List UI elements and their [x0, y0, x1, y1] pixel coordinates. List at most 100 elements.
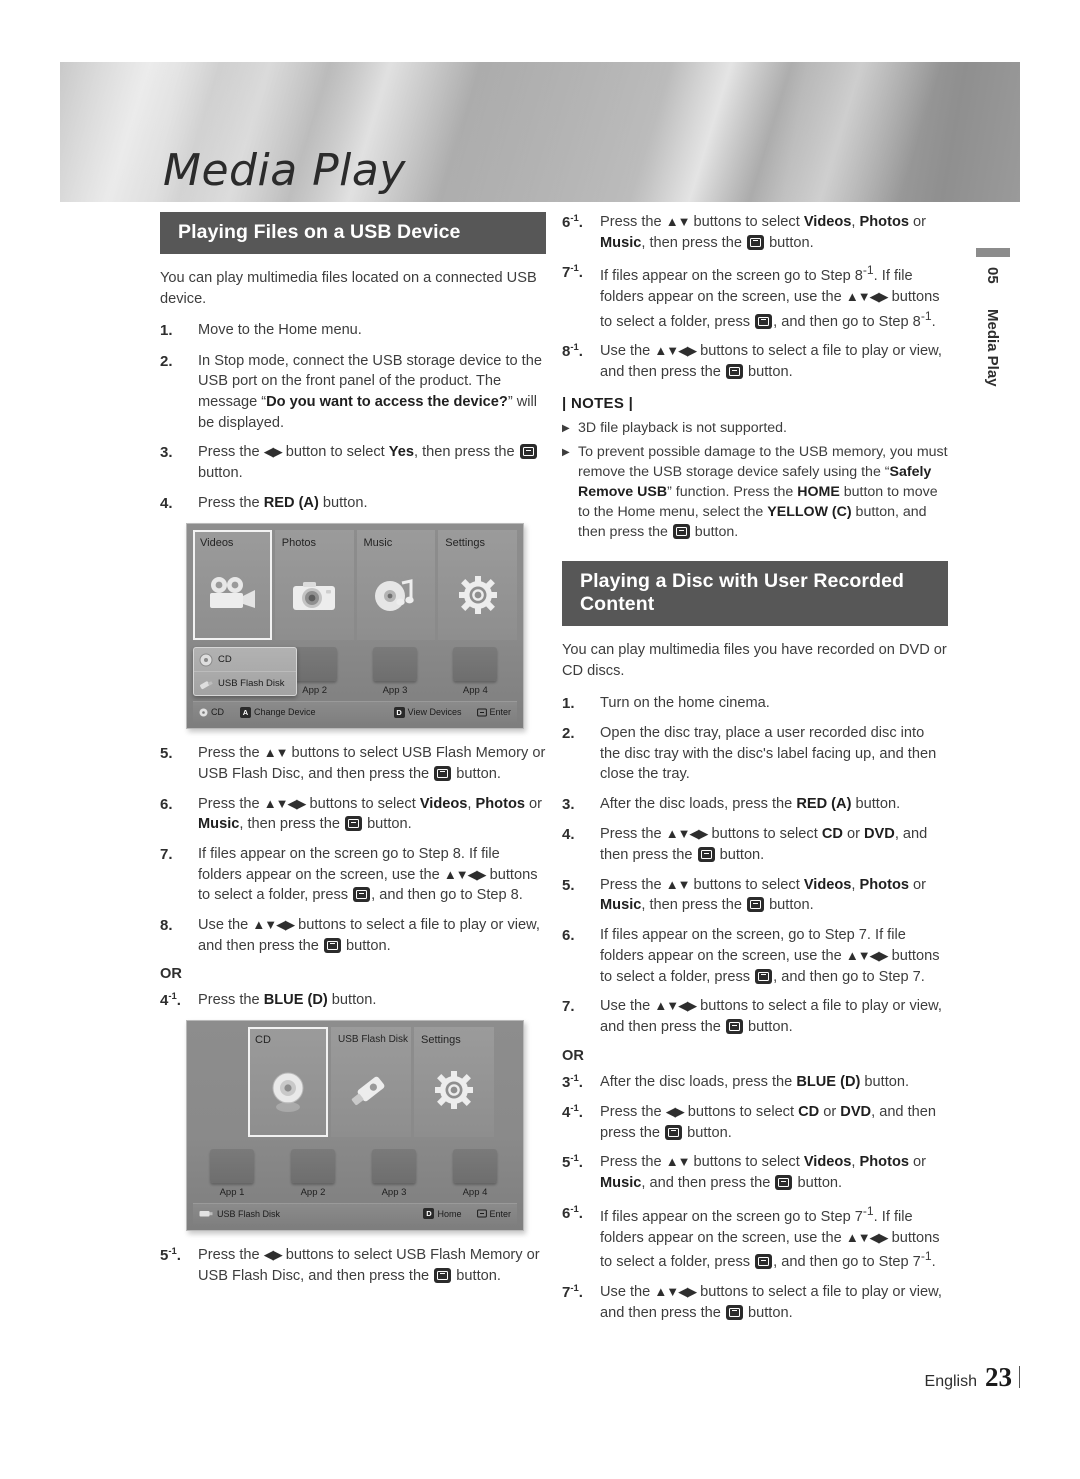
- figure-disc-home-screen: CD USB Flash Disk Settings App 1 App 2 A…: [186, 1019, 524, 1231]
- tile-music[interactable]: Music: [356, 530, 436, 641]
- step-number: 5-1.: [160, 1245, 181, 1264]
- tile-label: Settings: [445, 537, 485, 550]
- step-number: 5.: [160, 745, 173, 763]
- dpad-arrow-icon: ▲▼◀▶: [665, 826, 709, 842]
- device-popup[interactable]: CD USB Flash Disk: [193, 647, 297, 697]
- status-current-device: USB Flash Disk: [199, 1209, 280, 1219]
- step-item: 5-1. Press the ▲▼ buttons to select Vide…: [562, 1152, 948, 1193]
- step-number: 7-1.: [562, 1282, 583, 1301]
- step-item: 7-1. If files appear on the screen go to…: [562, 262, 948, 332]
- status-enter[interactable]: Enter: [477, 707, 511, 717]
- enter-button-icon: [725, 1019, 743, 1035]
- tile-cd[interactable]: CD: [248, 1026, 328, 1137]
- figure-status-bar: CD A Change Device D View Devices Enter: [193, 701, 517, 723]
- dpad-arrow-icon: ▲▼◀▶: [252, 917, 295, 933]
- step-number: 4.: [160, 494, 173, 512]
- step-item: 5. Press the ▲▼ buttons to select USB Fl…: [160, 743, 546, 784]
- cd-icon: [248, 1046, 328, 1137]
- step-number: 1.: [160, 322, 173, 340]
- dpad-arrow-icon: ▲▼◀▶: [845, 289, 889, 305]
- footer-rule: [1019, 1366, 1020, 1388]
- status-enter-label: Enter: [489, 707, 511, 718]
- step-item: 3. After the disc loads, press the RED (…: [562, 794, 948, 815]
- tile-usb-flash-disk[interactable]: USB Flash Disk: [331, 1026, 411, 1137]
- tile-label: Music: [363, 537, 393, 550]
- manual-page: Media Play 05 Media Play Playing Files o…: [0, 0, 1080, 1479]
- step-number: 3.: [160, 444, 173, 462]
- step-text: Use the ▲▼◀▶ buttons to select a file to…: [600, 343, 942, 381]
- device-label: USB Flash Disk: [218, 678, 285, 690]
- step-number: 5-1.: [562, 1153, 583, 1172]
- dpad-arrow-icon: ▲▼◀▶: [263, 795, 307, 811]
- dpad-arrow-icon: ▲▼◀▶: [845, 1229, 889, 1245]
- status-view-devices-label: View Devices: [407, 707, 462, 718]
- app-tile[interactable]: App 2: [274, 1148, 352, 1198]
- tile-settings[interactable]: Settings: [414, 1026, 494, 1137]
- app-label: App 1: [219, 1186, 245, 1198]
- app-tile[interactable]: App 1: [193, 1148, 271, 1198]
- status-home[interactable]: D Home: [423, 1208, 461, 1220]
- cd-icon: [199, 653, 213, 667]
- usb-steps-continued: 6-1. Press the ▲▼ buttons to select Vide…: [562, 212, 948, 383]
- step-item: 8-1. Use the ▲▼◀▶ buttons to select a fi…: [562, 341, 948, 382]
- device-row-cd[interactable]: CD: [194, 648, 296, 671]
- step-text: Use the ▲▼◀▶ buttons to select a file to…: [600, 1283, 942, 1321]
- device-row-usb[interactable]: USB Flash Disk: [194, 671, 296, 695]
- notes-heading: | NOTES |: [562, 394, 634, 412]
- app-tile[interactable]: App 4: [436, 1148, 514, 1198]
- bullet-arrow-icon: ▶: [562, 446, 570, 458]
- or-divider-left: OR: [160, 965, 182, 982]
- step-item: 5. Press the ▲▼ buttons to select Videos…: [562, 875, 948, 916]
- step-item: 6. Press the ▲▼◀▶ buttons to select Vide…: [160, 794, 546, 835]
- page-footer: English 23: [925, 1362, 1020, 1393]
- enter-button-icon: [755, 968, 773, 984]
- step-item-alt: 4-1. Press the BLUE (D) button.: [160, 990, 546, 1011]
- status-change-device[interactable]: A Change Device: [240, 706, 316, 718]
- step-text: Press the ▲▼◀▶ buttons to select Videos,…: [198, 795, 543, 833]
- step-text: Press the ◀▶ button to select Yes, then …: [198, 442, 546, 483]
- or-divider-right: OR: [562, 1047, 584, 1064]
- step-item: 1. Turn on the home cinema.: [562, 693, 948, 714]
- tile-settings[interactable]: Settings: [438, 530, 517, 641]
- tile-photos[interactable]: Photos: [274, 530, 354, 641]
- app-tile[interactable]: App 3: [355, 1148, 433, 1198]
- step-text: Press the ▲▼ buttons to select Videos, P…: [600, 1154, 927, 1192]
- up-down-arrow-icon: ▲▼: [665, 1154, 691, 1170]
- app-thumbnail: [453, 647, 498, 682]
- step-item: 3-1. After the disc loads, press the BLU…: [562, 1072, 948, 1093]
- usb-icon: [200, 680, 213, 689]
- step-item: 7. If files appear on the screen go to S…: [160, 844, 546, 906]
- app-tile[interactable]: App 4: [437, 647, 514, 696]
- video-camera-icon: [193, 549, 272, 640]
- status-enter[interactable]: Enter: [477, 1209, 511, 1219]
- key-badge-d: D: [393, 706, 405, 718]
- app-label: App 3: [381, 1186, 407, 1198]
- status-view-devices[interactable]: D View Devices: [393, 706, 462, 718]
- step-number: 6-1.: [562, 213, 583, 231]
- note-text: 3D file playback is not supported.: [578, 419, 787, 436]
- disc-intro-text: You can play multimedia files you have r…: [562, 642, 947, 679]
- step-number: 4-1.: [160, 990, 181, 1009]
- step-number: 3.: [562, 795, 575, 813]
- app-thumbnail: [291, 1148, 335, 1183]
- dpad-arrow-icon: ▲▼◀▶: [654, 1283, 697, 1299]
- step-number: 6.: [160, 795, 173, 813]
- app-label: App 4: [462, 685, 488, 697]
- step-text: Turn on the home cinema.: [600, 694, 770, 711]
- app-tile[interactable]: App 3: [356, 647, 433, 696]
- step-text: Open the disc tray, place a user recorde…: [600, 724, 937, 783]
- enter-key-icon: [477, 708, 488, 717]
- status-current-device: CD: [199, 707, 224, 717]
- step-item: 8. Use the ▲▼◀▶ buttons to select a file…: [160, 915, 546, 956]
- app-label: App 3: [382, 685, 408, 697]
- up-down-arrow-icon: ▲▼: [665, 876, 691, 892]
- step-number: 8-1.: [562, 342, 583, 361]
- footer-language: English: [924, 1373, 977, 1390]
- figure-status-bar: USB Flash Disk D Home Enter: [193, 1202, 517, 1224]
- step-item: 6-1. If files appear on the screen go to…: [562, 1203, 948, 1273]
- tile-videos[interactable]: Videos: [193, 530, 272, 641]
- enter-button-icon: [725, 364, 743, 380]
- step-item: 7. Use the ▲▼◀▶ buttons to select a file…: [562, 996, 948, 1037]
- step-item: 6-1. Press the ▲▼ buttons to select Vide…: [562, 212, 948, 253]
- app-thumbnail: [372, 647, 417, 682]
